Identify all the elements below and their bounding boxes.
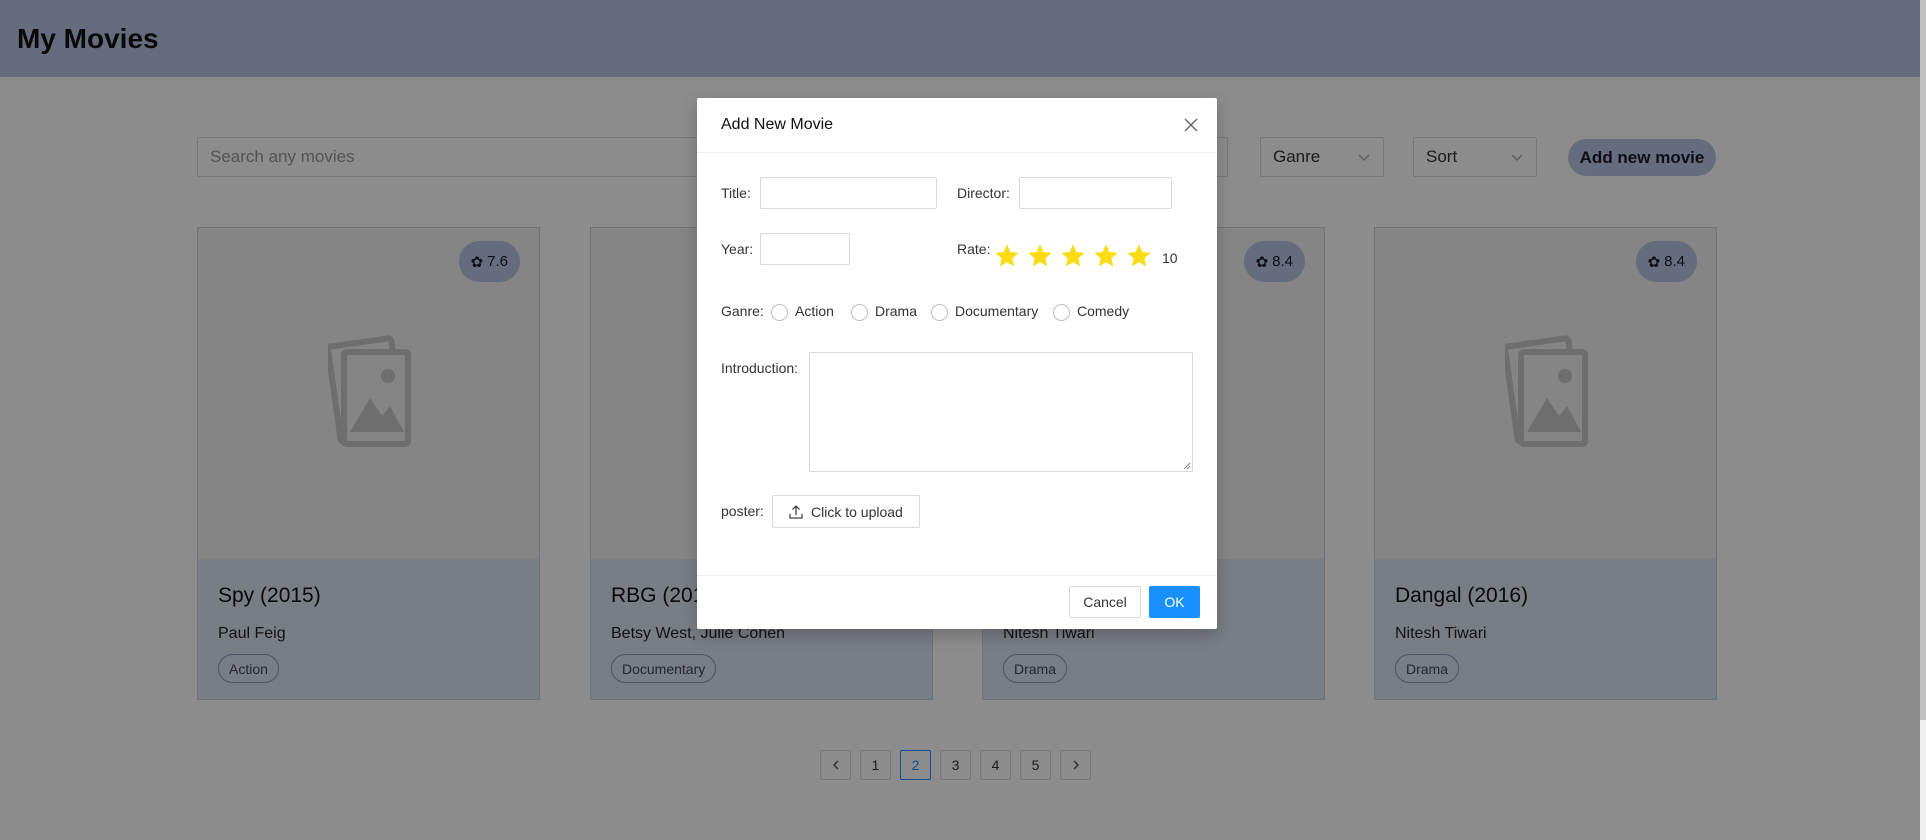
genre-option-label: Comedy bbox=[1077, 303, 1130, 319]
rate-star-4[interactable] bbox=[1092, 242, 1120, 270]
genre-radio-comedy[interactable] bbox=[1053, 304, 1070, 321]
page-scrollbar[interactable] bbox=[1920, 0, 1926, 840]
ok-button[interactable]: OK bbox=[1149, 586, 1200, 618]
director-input[interactable] bbox=[1019, 177, 1172, 209]
modal-title: Add New Movie bbox=[721, 116, 834, 133]
genre-radio-action[interactable] bbox=[771, 304, 788, 321]
rate-star-1[interactable] bbox=[993, 242, 1021, 270]
rate-star-2[interactable] bbox=[1026, 242, 1054, 270]
genre-label: Ganre: bbox=[721, 303, 764, 319]
introduction-textarea[interactable] bbox=[809, 352, 1193, 472]
genre-radio-drama[interactable] bbox=[851, 304, 868, 321]
scrollbar-thumb[interactable] bbox=[1920, 0, 1926, 720]
year-label: Year: bbox=[721, 241, 754, 257]
modal-header: Add New Movie bbox=[697, 98, 1217, 153]
upload-label: Click to upload bbox=[811, 503, 903, 520]
rate-star-3[interactable] bbox=[1059, 242, 1087, 270]
rate-value: 10 bbox=[1162, 250, 1178, 266]
close-icon[interactable] bbox=[1181, 115, 1201, 135]
resize-grip-icon[interactable] bbox=[1182, 461, 1191, 470]
poster-label: poster: bbox=[721, 503, 764, 519]
genre-radio-documentary[interactable] bbox=[931, 304, 948, 321]
upload-icon bbox=[789, 504, 803, 519]
genre-option-label: Drama bbox=[875, 303, 918, 319]
introduction-label: Introduction: bbox=[721, 360, 799, 376]
rate-label: Rate: bbox=[957, 241, 991, 257]
year-input[interactable] bbox=[760, 233, 850, 265]
title-input[interactable] bbox=[760, 177, 937, 209]
director-label: Director: bbox=[957, 185, 1010, 201]
upload-poster-button[interactable]: Click to upload bbox=[772, 495, 920, 528]
title-label: Title: bbox=[721, 185, 751, 201]
cancel-button[interactable]: Cancel bbox=[1069, 586, 1141, 618]
genre-option-label: Action bbox=[795, 303, 834, 319]
rate-star-5[interactable] bbox=[1125, 242, 1153, 270]
add-movie-modal: Add New Movie Title: Director: Year: Rat… bbox=[697, 98, 1217, 629]
genre-option-label: Documentary bbox=[955, 303, 1039, 319]
